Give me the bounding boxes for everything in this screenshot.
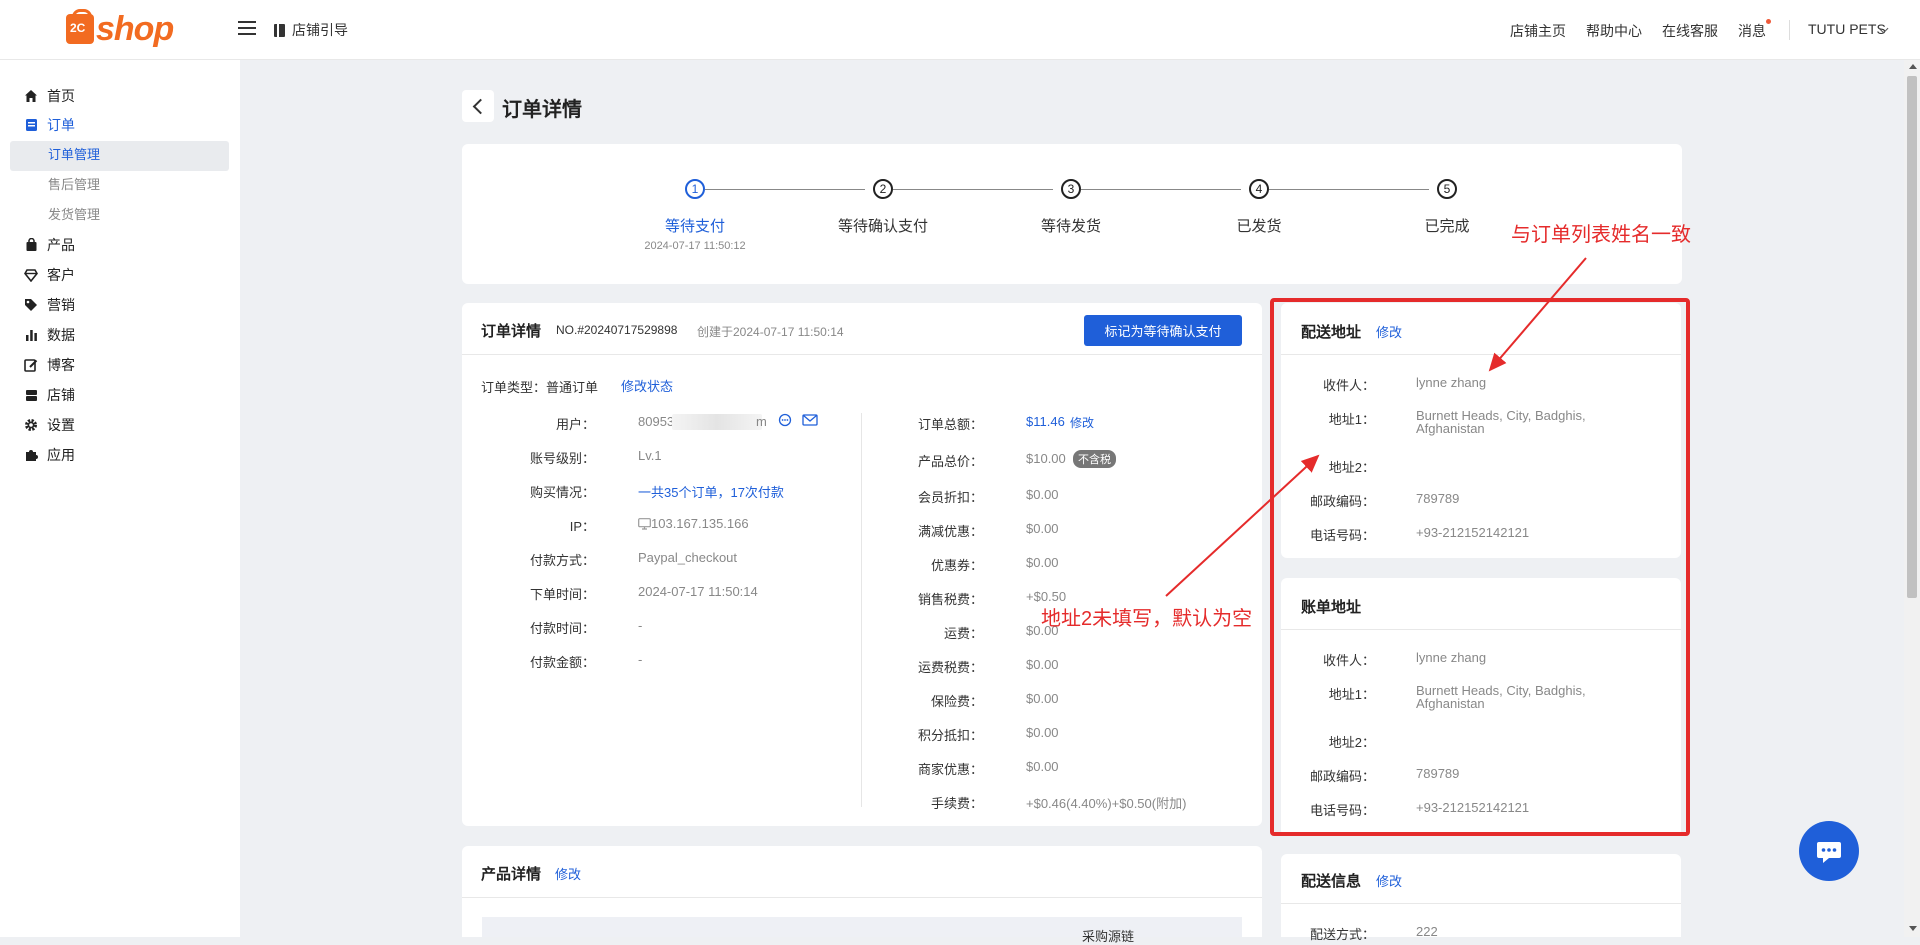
annotation-arrows [1165, 257, 1587, 597]
floating-chat-button[interactable] [1799, 821, 1859, 881]
scroll-up-arrow[interactable] [1909, 64, 1917, 69]
scrollbar-thumb[interactable] [1907, 76, 1917, 598]
scroll-down-arrow[interactable] [1909, 926, 1917, 931]
arrow-to-address2 [1165, 454, 1320, 597]
arrow-to-recipient [1488, 257, 1587, 372]
chat-icon [1817, 842, 1841, 863]
